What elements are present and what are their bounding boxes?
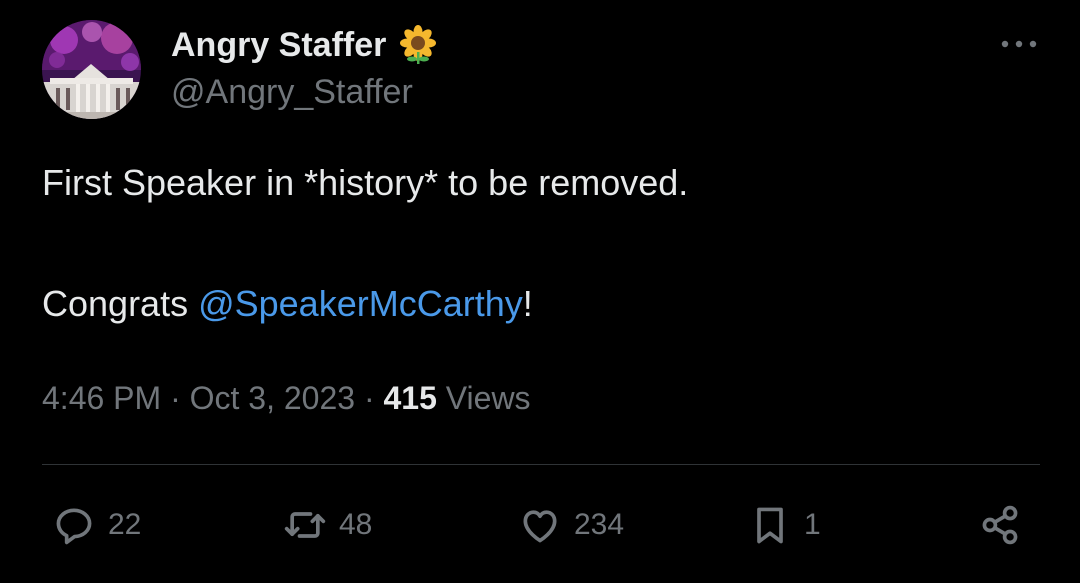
views-count[interactable]: 415 <box>383 380 436 416</box>
white-house-fireworks-avatar <box>42 20 141 119</box>
tweet-text-prefix: Congrats <box>42 283 199 324</box>
divider <box>42 464 1040 465</box>
share-button[interactable] <box>978 500 1022 550</box>
meta-separator: · <box>363 380 375 416</box>
meta-separator: · <box>170 380 181 416</box>
like-count: 234 <box>574 508 625 541</box>
tweet-text-suffix: ! <box>522 283 533 324</box>
author-name-row[interactable]: Angry Staffer <box>171 22 438 68</box>
tweet-date[interactable]: Oct 3, 2023 <box>190 380 355 416</box>
reply-count: 22 <box>108 508 142 541</box>
tweet-text-line1: First Speaker in *history* to be removed… <box>42 162 689 203</box>
more-options-icon[interactable] <box>1000 36 1038 52</box>
reply-button[interactable]: 22 <box>52 500 141 550</box>
bookmark-button[interactable]: 1 <box>748 500 821 550</box>
mention-link[interactable]: @SpeakerMcCarthy <box>198 283 523 324</box>
tweet-meta: 4:46 PM · Oct 3, 2023 · 415 Views <box>42 380 531 417</box>
like-button[interactable]: 234 <box>518 500 624 550</box>
author-name[interactable]: Angry Staffer <box>171 26 386 65</box>
retweet-count: 48 <box>339 508 373 541</box>
retweet-button[interactable]: 48 <box>283 500 372 550</box>
share-icon <box>982 505 1018 545</box>
author-handle[interactable]: @Angry_Staffer <box>171 73 413 112</box>
sunflower-icon <box>400 25 437 64</box>
avatar[interactable] <box>42 20 141 119</box>
views-label: Views <box>445 380 531 416</box>
like-icon <box>523 510 557 543</box>
bookmark-icon <box>757 507 783 544</box>
retweet-icon <box>284 512 326 538</box>
tweet-time[interactable]: 4:46 PM <box>42 380 161 416</box>
tweet-text-line2: Congrats @SpeakerMcCarthy! <box>42 283 533 325</box>
bookmark-count: 1 <box>804 508 821 541</box>
reply-icon <box>56 508 92 545</box>
